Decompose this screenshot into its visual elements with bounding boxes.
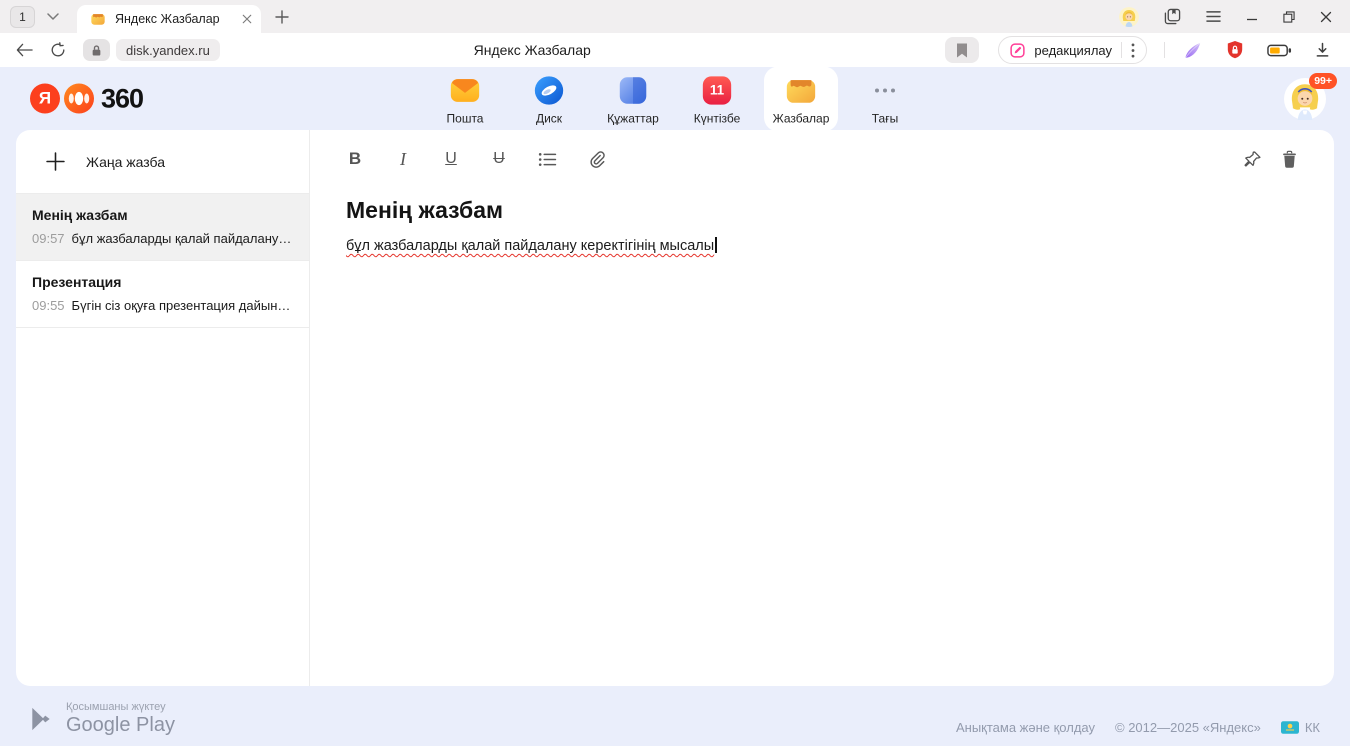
more-dots-icon	[868, 73, 902, 107]
kebab-menu-icon[interactable]	[1131, 43, 1135, 58]
app-label: Құжаттар	[607, 111, 659, 125]
notes-icon	[784, 73, 818, 107]
underline-button[interactable]: U	[442, 150, 460, 168]
bookmark-icon[interactable]	[945, 37, 979, 63]
plus-icon	[46, 152, 65, 171]
note-item-title: Презентация	[32, 274, 293, 290]
note-item-time: 09:57	[32, 231, 65, 246]
edit-pencil-icon	[1010, 43, 1025, 58]
reload-icon[interactable]	[50, 42, 66, 58]
app-window: 1 Яндекс Жазбалар	[0, 0, 1350, 746]
attachment-button[interactable]	[587, 150, 606, 169]
app-disk[interactable]: Диск	[512, 66, 586, 131]
mail-icon	[448, 73, 482, 107]
downloads-icon[interactable]	[1315, 42, 1330, 58]
window-restore-button[interactable]	[1283, 11, 1295, 23]
text-caret	[715, 237, 717, 253]
note-body-field[interactable]: бұл жазбаларды қалай пайдалану керектігі…	[346, 237, 1298, 254]
page-footer: Қосымшаны жүктеу Google Play Анықтама жә…	[0, 686, 1350, 746]
divider	[1121, 42, 1122, 58]
note-item-title: Менің жазбам	[32, 207, 293, 223]
tabs-panel-icon[interactable]	[1164, 8, 1181, 25]
yandex360-header: Я 360 Пошта Диск	[0, 67, 1350, 130]
address-bar-page-title: Яндекс Жазбалар	[83, 42, 981, 58]
edit-button-label: редакциялау	[1034, 43, 1112, 58]
notes-sidebar: Жаңа жазба Менің жазбам 09:57 бұл жазбал…	[16, 130, 310, 686]
feather-mode-icon[interactable]	[1182, 40, 1203, 61]
browser-address-row: disk.yandex.ru Яндекс Жазбалар редакциял…	[0, 33, 1350, 67]
tab-count-button[interactable]: 1	[10, 6, 35, 28]
store-name: Google Play	[66, 714, 175, 737]
docs-icon	[616, 73, 650, 107]
protect-shield-icon[interactable]	[1226, 40, 1244, 60]
delete-note-button[interactable]	[1280, 150, 1298, 169]
user-avatar[interactable]: 99+	[1284, 78, 1326, 120]
browser-tab-strip: 1 Яндекс Жазбалар	[0, 0, 1350, 33]
bullet-list-button[interactable]	[538, 152, 557, 167]
app-label: Пошта	[447, 111, 484, 125]
google-play-icon	[30, 706, 54, 732]
app-label: Тағы	[872, 111, 898, 125]
notes-app-card: Жаңа жазба Менің жазбам 09:57 бұл жазбал…	[16, 130, 1334, 686]
footer-right: Анықтама және қолдау © 2012—2025 «Яндекс…	[956, 720, 1320, 737]
tab-close-icon[interactable]	[242, 14, 252, 24]
language-code: КК	[1305, 720, 1320, 735]
browser-profile-avatar[interactable]	[1119, 7, 1139, 27]
note-title-field[interactable]: Менің жазбам	[346, 197, 1298, 224]
disk-icon	[532, 73, 566, 107]
app-calendar[interactable]: 11 Күнтізбе	[680, 66, 754, 131]
bold-button[interactable]: B	[346, 149, 364, 169]
logo-360-text: 360	[101, 83, 143, 114]
note-body-text: бұл жазбаларды қалай пайдалану керектігі…	[346, 238, 714, 254]
editor-toolbar: B I U U	[346, 130, 1298, 188]
battery-icon[interactable]	[1267, 44, 1292, 57]
browser-tab[interactable]: Яндекс Жазбалар	[77, 5, 261, 33]
tab-list-chevron-icon[interactable]	[47, 13, 59, 20]
app-docs[interactable]: Құжаттар	[596, 66, 670, 131]
back-icon[interactable]	[16, 43, 33, 57]
note-list-item[interactable]: Менің жазбам 09:57 бұл жазбаларды қалай …	[16, 194, 309, 261]
app-label: Жазбалар	[773, 111, 830, 125]
notes-app-icon	[90, 11, 106, 27]
note-item-preview: Бүгін сіз оқуға презентация дайында...	[72, 298, 293, 313]
yandex-logo-icon: Я	[30, 84, 60, 114]
divider	[1164, 42, 1165, 58]
edit-mode-button[interactable]: редакциялау	[998, 36, 1147, 64]
app-label: Күнтізбе	[694, 111, 741, 125]
browser-menu-icon[interactable]	[1206, 10, 1221, 23]
copyright-text: © 2012—2025 «Яндекс»	[1115, 720, 1261, 735]
strikethrough-button[interactable]: U	[490, 150, 508, 168]
note-item-time: 09:55	[32, 298, 65, 313]
note-item-preview: бұл жазбаларды қалай пайдалану ке...	[72, 231, 293, 246]
app-more[interactable]: Тағы	[848, 66, 922, 131]
app-mail[interactable]: Пошта	[428, 66, 502, 131]
yandex360-logo[interactable]: Я 360	[30, 83, 143, 114]
note-editor: B I U U Менің жаз	[310, 130, 1334, 686]
address-bar[interactable]: disk.yandex.ru Яндекс Жазбалар	[83, 36, 981, 64]
window-close-button[interactable]	[1320, 11, 1332, 23]
language-selector[interactable]: КК	[1281, 720, 1320, 735]
app-switcher: Пошта Диск Құжаттар 11 Күнтізбе	[428, 66, 922, 131]
new-note-label: Жаңа жазба	[86, 154, 165, 170]
app-label: Диск	[536, 111, 562, 125]
calendar-icon: 11	[700, 73, 734, 107]
app-notes[interactable]: Жазбалар	[764, 66, 838, 131]
google-play-link[interactable]: Қосымшаны жүктеу Google Play	[30, 701, 175, 737]
notification-badge: 99+	[1309, 73, 1337, 89]
pin-note-button[interactable]	[1243, 150, 1262, 169]
lens360-icon	[64, 84, 94, 114]
window-minimize-button[interactable]	[1246, 11, 1258, 23]
calendar-date-number: 11	[700, 73, 734, 107]
tab-title: Яндекс Жазбалар	[115, 12, 233, 26]
store-caption: Қосымшаны жүктеу	[66, 701, 175, 713]
tab-strip-right-controls	[1119, 7, 1340, 27]
italic-button[interactable]: I	[394, 149, 412, 170]
address-row-right-icons	[1182, 40, 1334, 61]
kazakhstan-flag-icon	[1281, 721, 1299, 734]
new-note-button[interactable]: Жаңа жазба	[16, 130, 309, 194]
help-link[interactable]: Анықтама және қолдау	[956, 720, 1095, 735]
note-list-item[interactable]: Презентация 09:55 Бүгін сіз оқуға презен…	[16, 261, 309, 328]
new-tab-button[interactable]	[275, 10, 289, 24]
